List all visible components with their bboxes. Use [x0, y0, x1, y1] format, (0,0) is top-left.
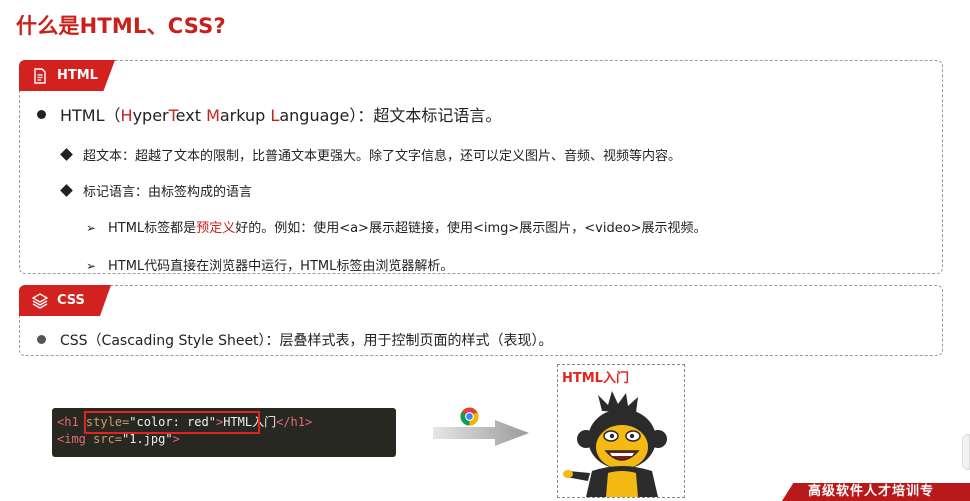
predefined-tags-item: ➢ HTML标签都是预定义好的。例如：使用<a>展示超链接，使用<img>展示图片… [86, 221, 707, 236]
html-tag-label: HTML [57, 68, 98, 83]
chrome-browser-icon [460, 407, 479, 426]
document-icon [31, 67, 49, 85]
style-highlight-box [84, 411, 260, 434]
corner-banner: 高级软件人才培训专 [782, 483, 970, 501]
hypertext-item: 超文本：超越了文本的限制，比普通文本更强大。除了文字信息，还可以定义图片、音频、… [60, 145, 681, 164]
monkey-mascot-image [563, 391, 667, 497]
css-tag-label: CSS [57, 293, 85, 308]
bullet-dot-icon [37, 334, 46, 344]
html-tag: HTML [19, 60, 115, 91]
html-panel [19, 60, 943, 274]
layers-icon [31, 292, 49, 310]
page-title: 什么是HTML、CSS? [16, 14, 226, 38]
preview-heading: HTML入门 [562, 371, 629, 386]
diamond-bullet-icon [60, 148, 73, 161]
css-definition: CSS（Cascading Style Sheet）：层叠样式表，用于控制页面的… [37, 330, 553, 350]
markup-language-item: 标记语言：由标签构成的语言 [60, 181, 252, 200]
side-scroll-handle[interactable] [962, 434, 970, 470]
arrow-bullet-icon: ➢ [86, 259, 97, 273]
browser-run-item: ➢ HTML代码直接在浏览器中运行，HTML标签由浏览器解析。 [86, 259, 454, 274]
diamond-bullet-icon [60, 184, 73, 197]
bullet-dot-icon [37, 110, 46, 119]
arrow-bullet-icon: ➢ [86, 221, 97, 235]
right-arrow-icon [433, 420, 529, 446]
html-definition: HTML（HyperText Markup Language）：超文本标记语言。 [37, 102, 501, 126]
css-tag: CSS [19, 285, 111, 316]
render-preview: HTML入门 [557, 364, 685, 498]
